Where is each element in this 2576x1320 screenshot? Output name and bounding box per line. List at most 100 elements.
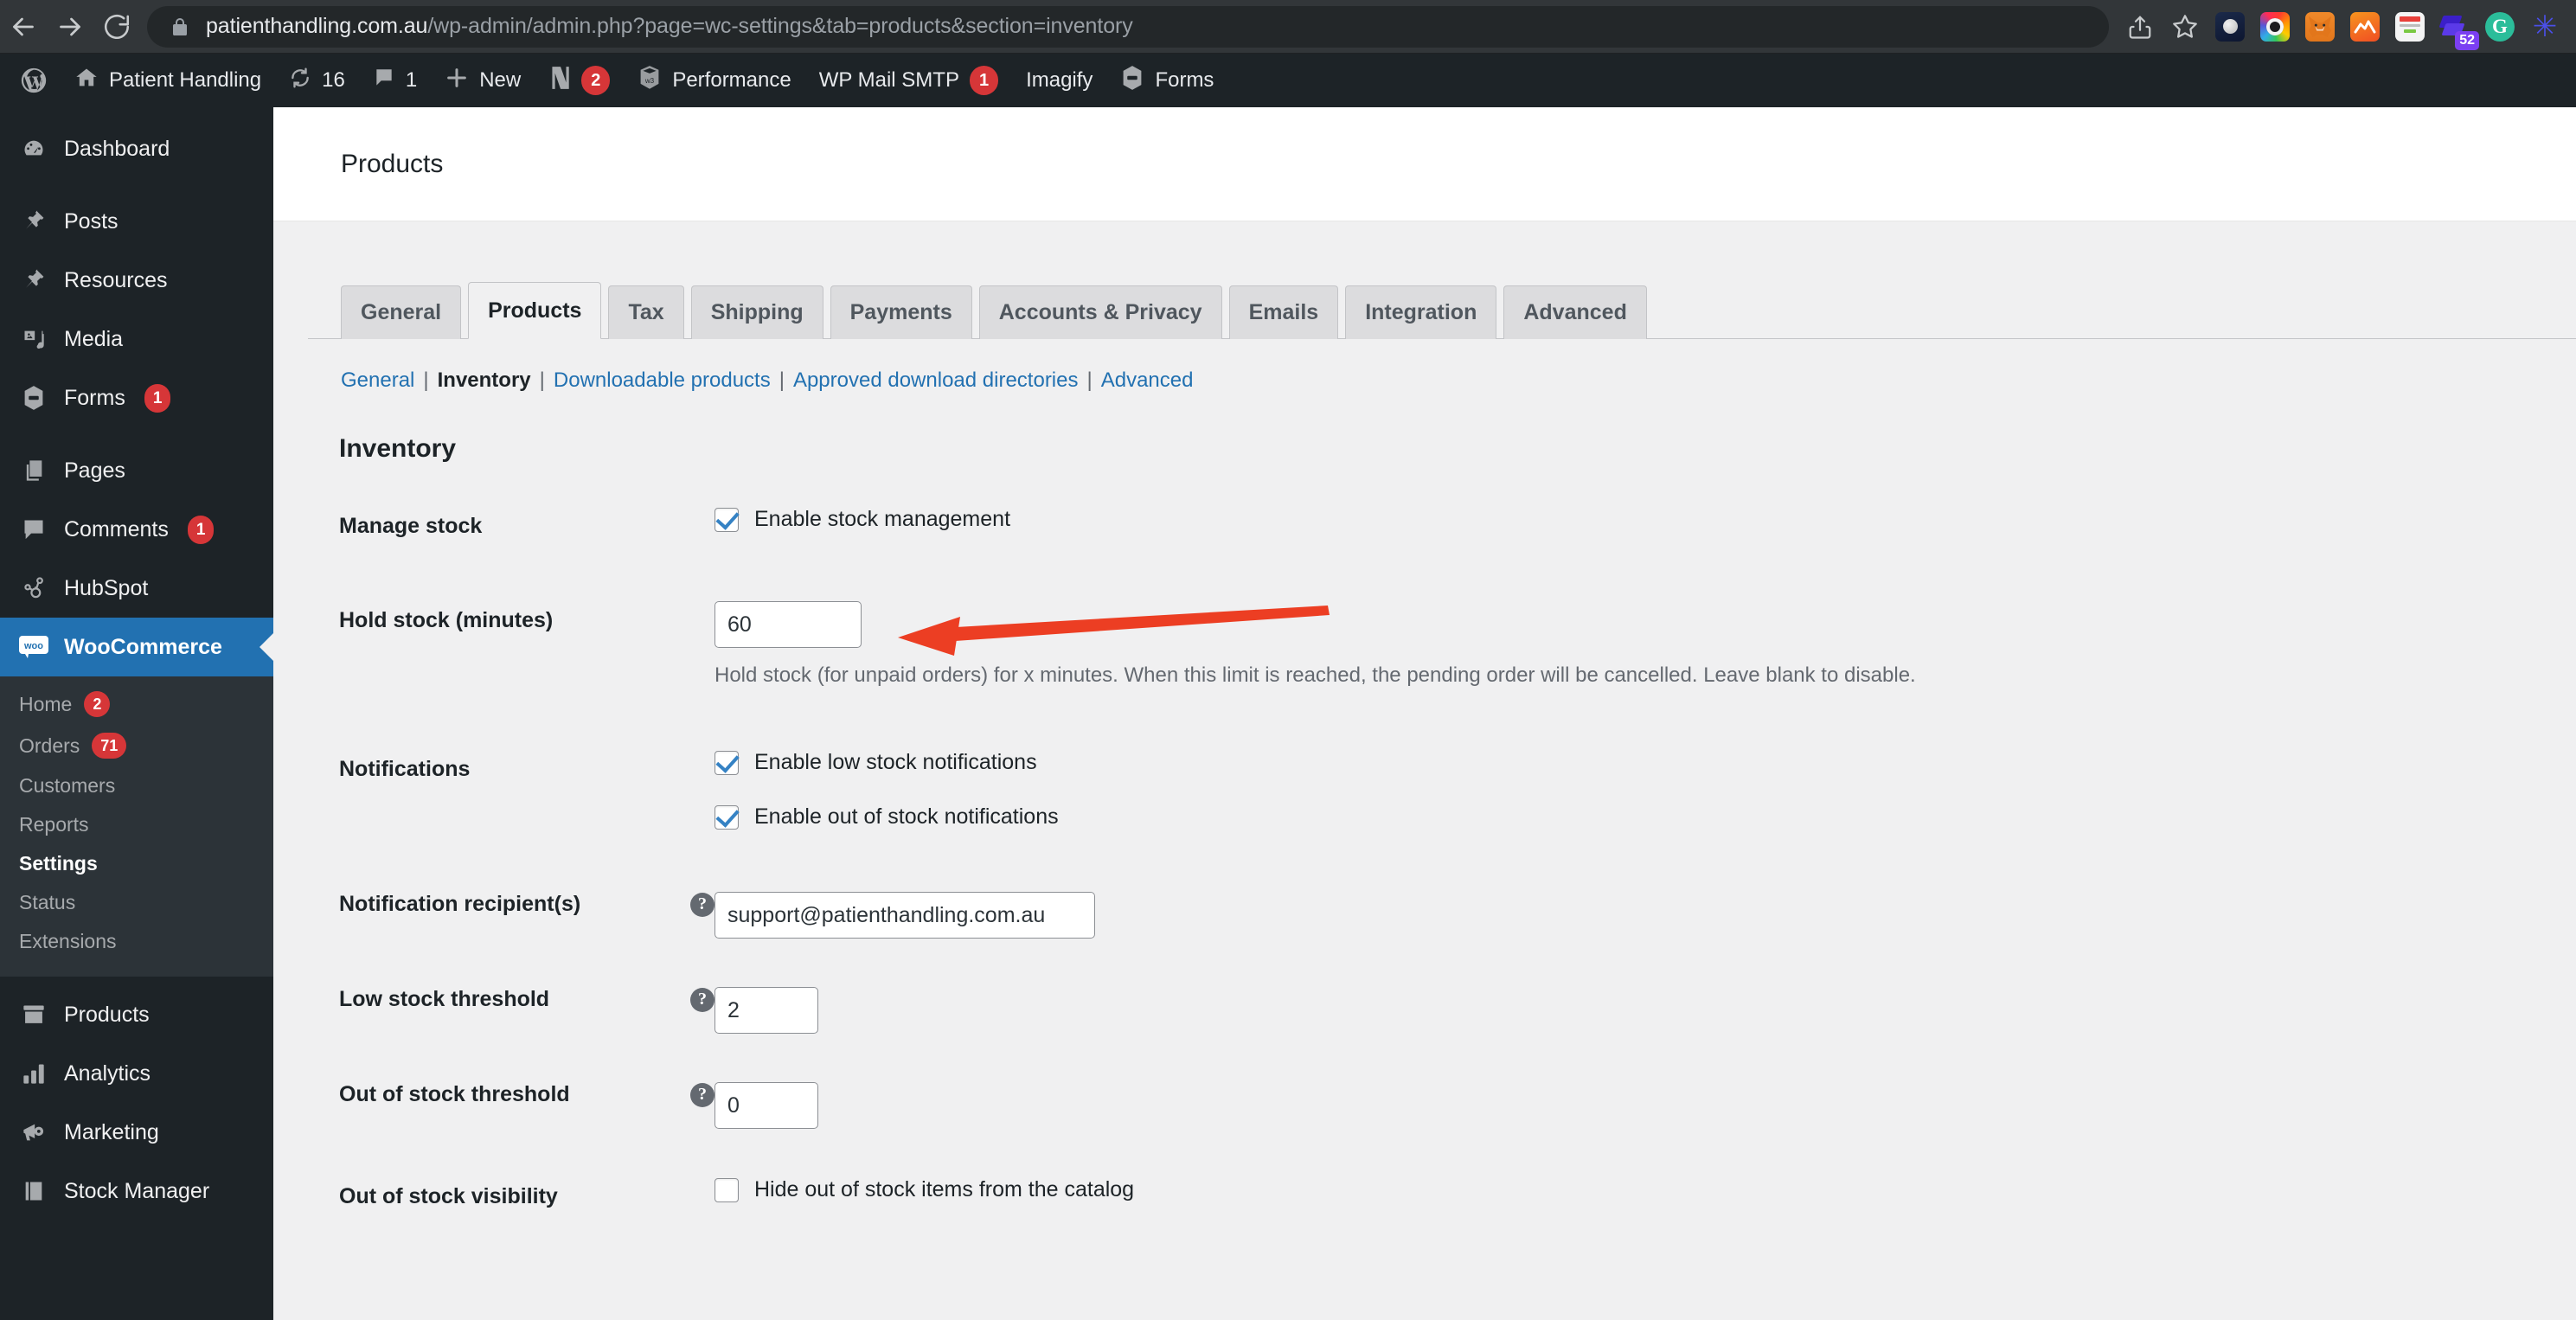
forward-arrow-icon[interactable]	[47, 3, 93, 50]
sidebar-item-pages[interactable]: Pages	[0, 441, 273, 500]
pin-icon	[19, 209, 48, 234]
sidebar-item-dashboard[interactable]: Dashboard	[0, 119, 273, 178]
hide-out-of-stock-items-row[interactable]: Hide out of stock items from the catalog	[714, 1177, 2470, 1202]
adminbar-performance[interactable]: w3 Performance	[624, 54, 804, 107]
extension-badge-count: 52	[2455, 31, 2479, 50]
browser-actions: 52 G ✳	[2118, 4, 2576, 50]
tab-general[interactable]: General	[341, 285, 462, 339]
subnav-general[interactable]: General	[341, 368, 414, 393]
field-row-out-of-stock-threshold: Out of stock threshold ?	[308, 1082, 2470, 1129]
address-bar[interactable]: patienthandling.com.au/wp-admin/admin.ph…	[147, 5, 2109, 48]
lock-icon	[170, 16, 190, 38]
adminbar-updates[interactable]: 16	[275, 54, 359, 107]
metamask-fox-extension-icon[interactable]	[2297, 4, 2342, 49]
main-content: Products General Products Tax Shipping P…	[273, 107, 2576, 1320]
sidebar-item-comments[interactable]: Comments 1	[0, 500, 273, 559]
camera-extension-icon[interactable]	[2252, 4, 2297, 49]
submenu-item-customers[interactable]: Customers	[0, 766, 273, 805]
help-tip-icon[interactable]: ?	[690, 987, 714, 1012]
star-icon[interactable]	[2163, 4, 2208, 49]
browser-toolbar: patienthandling.com.au/wp-admin/admin.ph…	[0, 0, 2576, 54]
enable-out-of-stock-notifications-checkbox[interactable]	[714, 804, 739, 830]
asterisk-extension-icon[interactable]: ✳	[2522, 4, 2567, 49]
sidebar-item-label: Pages	[64, 458, 125, 483]
sidebar-item-marketing[interactable]: Marketing	[0, 1103, 273, 1162]
submenu-label: Orders	[19, 734, 80, 757]
submenu-label: Home	[19, 692, 73, 715]
submenu-item-status[interactable]: Status	[0, 883, 273, 922]
hold-stock-input[interactable]	[714, 601, 862, 648]
megaphone-icon	[19, 1121, 48, 1144]
adminbar-new[interactable]: New	[431, 54, 535, 107]
submenu-item-home[interactable]: Home 2	[0, 683, 273, 725]
tab-shipping[interactable]: Shipping	[690, 285, 823, 339]
subnav-separator: |	[423, 368, 429, 392]
tab-accounts-privacy[interactable]: Accounts & Privacy	[978, 285, 1222, 339]
subnav-downloadable-products[interactable]: Downloadable products	[554, 368, 771, 393]
sidebar-item-stock-manager[interactable]: Stock Manager	[0, 1162, 273, 1221]
submenu-item-reports[interactable]: Reports	[0, 805, 273, 844]
moon-extension-icon[interactable]	[2208, 4, 2252, 49]
hide-out-of-stock-items-checkbox[interactable]	[714, 1177, 739, 1202]
tab-emails[interactable]: Emails	[1228, 285, 1339, 339]
tab-products[interactable]: Products	[468, 282, 602, 339]
submenu-badge: 2	[84, 691, 111, 717]
subnav-advanced[interactable]: Advanced	[1101, 368, 1194, 393]
submenu-item-extensions[interactable]: Extensions	[0, 922, 273, 961]
sidebar-badge: 1	[144, 383, 171, 413]
grammarly-extension-icon[interactable]: G	[2477, 4, 2522, 49]
low-stock-threshold-input[interactable]	[714, 987, 818, 1034]
sidebar-item-posts[interactable]: Posts	[0, 192, 273, 251]
yoast-icon	[548, 65, 571, 97]
enable-out-of-stock-notifications-row[interactable]: Enable out of stock notifications	[714, 804, 2470, 830]
adminbar-forms[interactable]: Forms	[1106, 54, 1227, 107]
tab-advanced[interactable]: Advanced	[1503, 285, 1647, 339]
sidebar-item-products[interactable]: Products	[0, 985, 273, 1044]
media-icon	[19, 327, 48, 351]
enable-stock-management-row[interactable]: Enable stock management	[714, 507, 2470, 532]
adminbar-imagify[interactable]: Imagify	[1012, 54, 1106, 107]
subnav-approved-download-directories[interactable]: Approved download directories	[793, 368, 1079, 393]
settings-body: General Products Tax Shipping Payments A…	[273, 280, 2576, 1209]
tab-integration[interactable]: Integration	[1345, 285, 1497, 339]
help-tip-icon[interactable]: ?	[690, 1082, 714, 1107]
submenu-item-settings[interactable]: Settings	[0, 844, 273, 883]
tab-payments[interactable]: Payments	[830, 285, 972, 339]
tab-tax[interactable]: Tax	[608, 285, 684, 339]
reload-icon[interactable]	[93, 3, 140, 50]
subnav-separator: |	[779, 368, 785, 392]
submenu-label: Status	[19, 891, 76, 913]
notification-recipients-field	[714, 892, 2470, 939]
analytics-chart-extension-icon[interactable]	[2342, 4, 2387, 49]
notification-recipients-label: Notification recipient(s)	[339, 892, 581, 916]
enable-low-stock-notifications-row[interactable]: Enable low stock notifications	[714, 750, 2470, 775]
enable-low-stock-notifications-checkbox[interactable]	[714, 750, 739, 775]
help-tip-icon[interactable]: ?	[690, 892, 714, 917]
notification-recipients-input[interactable]	[714, 892, 1095, 939]
diamond-extension-icon[interactable]: 52	[2432, 4, 2479, 50]
wordpress-logo-icon[interactable]	[0, 54, 61, 107]
sidebar-item-hubspot[interactable]: HubSpot	[0, 559, 273, 618]
enable-stock-management-checkbox[interactable]	[714, 507, 739, 532]
subnav-inventory[interactable]: Inventory	[438, 368, 531, 393]
adminbar-wpmailsmtp[interactable]: WP Mail SMTP 1	[805, 54, 1012, 107]
share-icon[interactable]	[2118, 4, 2163, 49]
submenu-item-orders[interactable]: Orders 71	[0, 725, 273, 766]
adminbar-comments[interactable]: 1	[359, 54, 431, 107]
out-of-stock-threshold-input[interactable]	[714, 1082, 818, 1129]
adminbar-site-name[interactable]: Patient Handling	[61, 54, 275, 107]
adminbar-imagify-label: Imagify	[1026, 68, 1093, 92]
back-arrow-icon[interactable]	[0, 3, 47, 50]
settings-tabs: General Products Tax Shipping Payments A…	[308, 280, 2576, 339]
sidebar-item-analytics[interactable]: Analytics	[0, 1044, 273, 1103]
page-header: Products	[273, 107, 2576, 221]
document-extension-icon[interactable]	[2387, 4, 2432, 49]
sidebar-item-media[interactable]: Media	[0, 310, 273, 368]
adminbar-yoast[interactable]: 2	[535, 54, 624, 107]
sidebar-item-label: HubSpot	[64, 575, 149, 600]
enable-low-stock-notifications-label: Enable low stock notifications	[754, 750, 1037, 774]
section-heading: Inventory	[339, 434, 457, 463]
sidebar-item-resources[interactable]: Resources	[0, 251, 273, 310]
sidebar-item-forms[interactable]: Forms 1	[0, 368, 273, 427]
sidebar-item-woocommerce[interactable]: woo WooCommerce	[0, 618, 273, 676]
